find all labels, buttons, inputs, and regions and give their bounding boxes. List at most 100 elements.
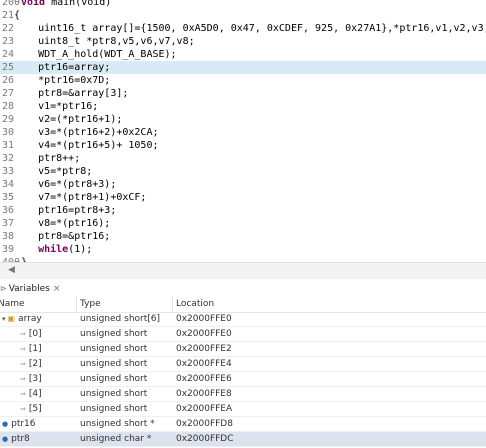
code-segment: v3=*(ptr16+2)+0x2CA; xyxy=(14,127,159,138)
code-editor[interactable]: 20 θ void main(void) 21{22 uint16_t array[]… xyxy=(0,0,486,262)
table-row[interactable]: ⇒ [5] unsigned short 0x2000FFEA xyxy=(0,402,486,417)
code-text: ptr8=&array[3]; xyxy=(14,87,128,100)
table-row[interactable]: ⇒ [2] unsigned short 0x2000FFE4 xyxy=(0,357,486,372)
table-row[interactable]: ⇒ [0] unsigned short 0x2000FFE0 xyxy=(0,327,486,342)
variable-name-cell: ● ptr16 xyxy=(2,417,36,431)
code-keyword: while xyxy=(38,244,69,255)
code-text: v4=*(ptr16+5)+ 1050; xyxy=(14,139,158,152)
code-segment: ptr16=ptr8+3; xyxy=(14,205,117,216)
line-number: 34 xyxy=(2,179,15,190)
tab-variables-label: Variables xyxy=(8,284,50,294)
expand-toggle-icon[interactable]: ▾ xyxy=(2,315,6,323)
variable-name-cell: ⇒ [2] xyxy=(20,357,42,371)
code-line[interactable]: 25 ptr16=array; xyxy=(0,61,486,74)
table-row[interactable]: ⇒ [3] unsigned short 0x2000FFE6 xyxy=(0,372,486,387)
line-number: 25 xyxy=(2,62,15,73)
code-line[interactable]: 30 v3=*(ptr16+2)+0x2CA; xyxy=(0,126,486,139)
variable-location-cell: 0x2000FFE2 xyxy=(176,344,232,354)
variable-type-cell: unsigned short xyxy=(80,389,148,399)
array-element-icon: ⇒ xyxy=(20,390,26,398)
table-row[interactable]: ▾ ▣ array unsigned short[6] 0x2000FFE0 xyxy=(0,312,486,327)
tab-variables[interactable]: ⊳ Variables × xyxy=(0,282,64,296)
editor-horizontal-scrollbar[interactable]: ◀ xyxy=(0,262,486,279)
code-text: ptr16=ptr8+3; xyxy=(14,204,116,217)
code-line[interactable]: 31 v4=*(ptr16+5)+ 1050; xyxy=(0,139,486,152)
code-line[interactable]: 27 ptr8=&array[3]; xyxy=(0,87,486,100)
variable-location-cell: 0x2000FFEA xyxy=(176,404,233,414)
line-number: 31 xyxy=(2,140,15,151)
code-segment: main(void) xyxy=(45,0,112,8)
variable-type-cell: unsigned short xyxy=(80,374,148,384)
table-row[interactable]: ⇒ [1] unsigned short 0x2000FFE2 xyxy=(0,342,486,357)
code-text: *ptr16=0x7D; xyxy=(14,74,110,87)
line-number: 38 xyxy=(2,231,15,242)
column-header-name[interactable]: Name xyxy=(0,296,25,312)
variable-name: array xyxy=(18,314,42,324)
code-line[interactable]: 20 θ void main(void) xyxy=(0,0,486,9)
close-icon[interactable]: × xyxy=(53,284,61,294)
line-number: 35 xyxy=(2,192,15,203)
variable-name: [5] xyxy=(28,404,42,414)
code-text: v3=*(ptr16+2)+0x2CA; xyxy=(14,126,159,139)
line-number: 21 xyxy=(2,10,15,21)
code-text: v7=*(ptr8+1)+0xCF; xyxy=(14,191,146,204)
code-line[interactable]: 37 v8=*(ptr16); xyxy=(0,217,486,230)
variable-type-cell: unsigned short xyxy=(80,404,148,414)
code-text: ptr16=array; xyxy=(14,61,110,74)
code-text: ptr8++; xyxy=(14,152,80,165)
code-segment: ptr16=array; xyxy=(14,62,111,73)
table-row[interactable]: ● ptr16 unsigned short * 0x2000FFD8 xyxy=(0,417,486,432)
line-number: 20 xyxy=(2,0,15,8)
fold-marker-icon[interactable]: θ xyxy=(14,0,20,9)
code-text: void main(void) xyxy=(21,0,111,9)
array-element-icon: ⇒ xyxy=(20,330,26,338)
column-header-location[interactable]: Location xyxy=(176,296,214,312)
code-line[interactable]: 34 v6=*(ptr8+3); xyxy=(0,178,486,191)
code-segment: *ptr16=0x7D; xyxy=(14,75,111,86)
variable-name-cell: ⇒ [3] xyxy=(20,372,42,386)
code-text: v6=*(ptr8+3); xyxy=(14,178,116,191)
variable-name-cell: ● ptr8 xyxy=(2,432,30,446)
variable-type-cell: unsigned short * xyxy=(80,419,155,429)
code-text: uint16_t array[]={1500, 0xA5D0, 0x47, 0x… xyxy=(14,22,486,35)
array-element-icon: ⇒ xyxy=(20,405,26,413)
code-line[interactable]: 24 WDT_A_hold(WDT_A_BASE); xyxy=(0,48,486,61)
code-segment: ptr8=&ptr16; xyxy=(14,231,111,242)
code-text: v8=*(ptr16); xyxy=(14,217,110,230)
line-number: 23 xyxy=(2,36,15,47)
code-line[interactable]: 39 while(1); xyxy=(0,243,486,256)
column-header-type[interactable]: Type xyxy=(80,296,101,312)
variable-location-cell: 0x2000FFD8 xyxy=(176,419,233,429)
code-line[interactable]: 23 uint8_t *ptr8,v5,v6,v7,v8; xyxy=(0,35,486,48)
variable-name-cell: ⇒ [0] xyxy=(20,327,42,341)
code-line[interactable]: 35 v7=*(ptr8+1)+0xCF; xyxy=(0,191,486,204)
table-row[interactable]: ⇒ [4] unsigned short 0x2000FFE8 xyxy=(0,387,486,402)
code-line[interactable]: 22 uint16_t array[]={1500, 0xA5D0, 0x47,… xyxy=(0,22,486,35)
column-divider[interactable] xyxy=(76,296,77,312)
code-keyword: void xyxy=(21,0,46,8)
code-text: { xyxy=(14,9,20,22)
variable-type-cell: unsigned short xyxy=(80,344,148,354)
scroll-left-icon[interactable]: ◀ xyxy=(8,265,15,275)
code-line[interactable]: 21{ xyxy=(0,9,486,22)
code-line[interactable]: 29 v2=(*ptr16+1); xyxy=(0,113,486,126)
variable-name: ptr8 xyxy=(11,434,30,444)
code-line[interactable]: 33 v5=*ptr8; xyxy=(0,165,486,178)
variable-name: [2] xyxy=(28,359,42,369)
variable-location-cell: 0x2000FFE4 xyxy=(176,359,232,369)
code-line[interactable]: 28 v1=*ptr16; xyxy=(0,100,486,113)
code-line[interactable]: 32 ptr8++; xyxy=(0,152,486,165)
code-segment: ptr8=&array[3]; xyxy=(14,88,129,99)
variable-name: [0] xyxy=(28,329,42,339)
line-number: 36 xyxy=(2,205,15,216)
code-line[interactable]: 36 ptr16=ptr8+3; xyxy=(0,204,486,217)
code-segment: uint8_t *ptr8,v5,v6,v7,v8; xyxy=(14,36,195,47)
line-number: 27 xyxy=(2,88,15,99)
code-line[interactable]: 26 *ptr16=0x7D; xyxy=(0,74,486,87)
column-divider[interactable] xyxy=(172,296,173,312)
line-number: 26 xyxy=(2,75,15,86)
table-row[interactable]: ● ptr8 unsigned char * 0x2000FFDC xyxy=(0,432,486,447)
code-line[interactable]: 38 ptr8=&ptr16; xyxy=(0,230,486,243)
variable-name-cell: ⇒ [4] xyxy=(20,387,42,401)
code-segment: v2=(*ptr16+1); xyxy=(14,114,123,125)
